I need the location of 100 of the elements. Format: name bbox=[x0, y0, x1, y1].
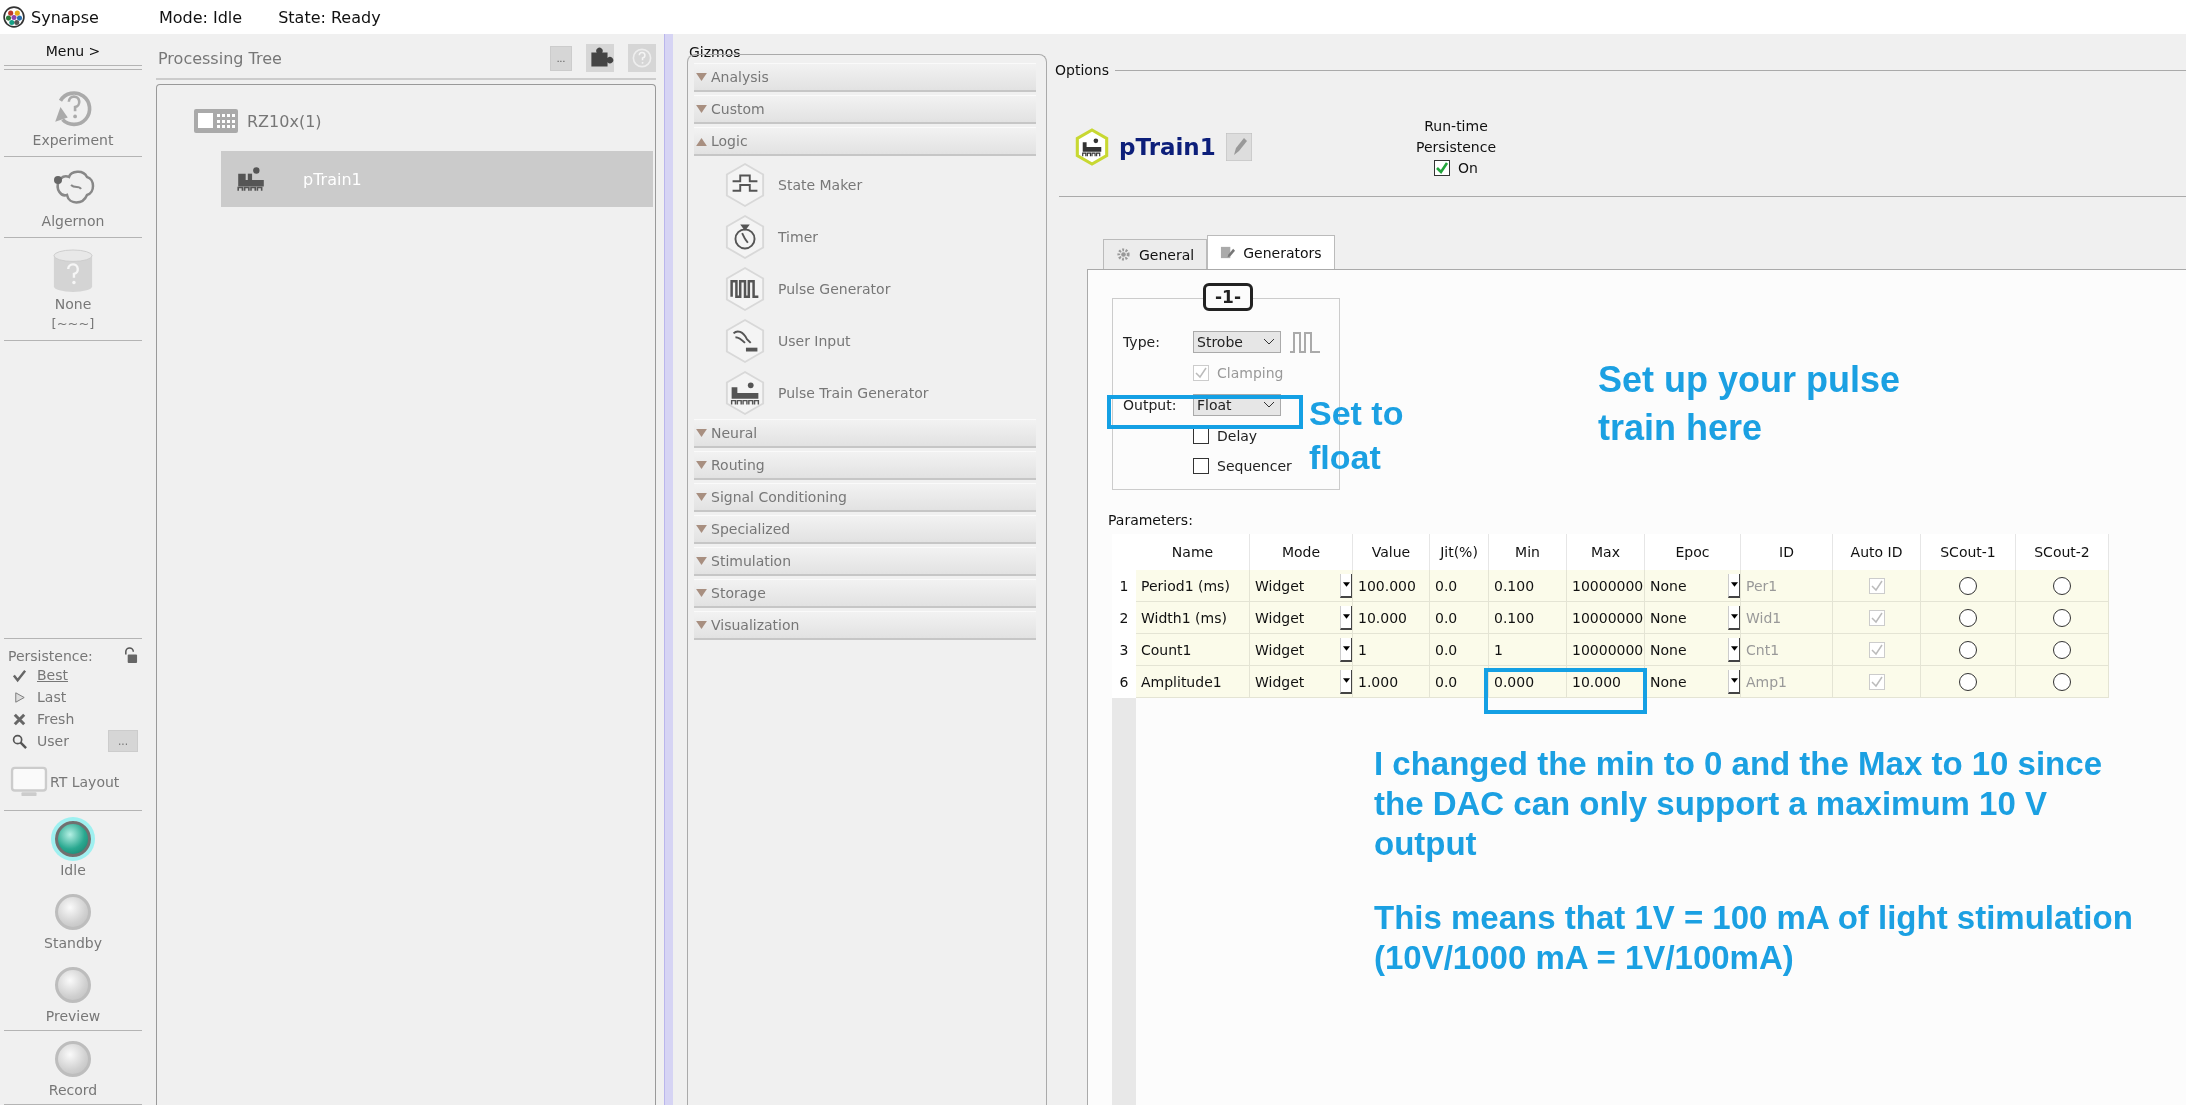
scout-radio[interactable] bbox=[2053, 672, 2071, 691]
sidebar-tool-button[interactable]: Algernon bbox=[4, 157, 142, 237]
epoc-dropdown[interactable]: None bbox=[1645, 570, 1741, 602]
scout-radio[interactable] bbox=[2053, 576, 2071, 595]
puzzle-icon[interactable] bbox=[586, 44, 614, 72]
option-checkbox[interactable]: Sequencer bbox=[1193, 451, 1292, 481]
rt-layout-button[interactable]: RT Layout bbox=[4, 756, 142, 810]
tree-node[interactable]: RZ10x(1) bbox=[193, 101, 322, 141]
scout-radio[interactable] bbox=[1959, 576, 1977, 595]
scout-radio[interactable] bbox=[2053, 640, 2071, 659]
gizmo-category[interactable]: Visualization bbox=[694, 611, 1036, 640]
mode-dropdown[interactable]: Widget bbox=[1250, 570, 1353, 602]
caret-icon bbox=[696, 428, 707, 438]
scout-radio[interactable] bbox=[1959, 608, 1977, 627]
caret-icon bbox=[696, 588, 707, 598]
more-button[interactable]: ... bbox=[550, 45, 572, 71]
checkmark-icon bbox=[1435, 161, 1450, 175]
epoc-dropdown[interactable]: None bbox=[1645, 634, 1741, 666]
table-cell: Period1 (ms) bbox=[1136, 570, 1250, 602]
caret-icon bbox=[1342, 646, 1350, 651]
cylinder-question-icon bbox=[52, 248, 94, 294]
mode-dropdown[interactable]: Widget bbox=[1250, 602, 1353, 634]
tab[interactable]: General bbox=[1103, 239, 1208, 269]
gizmo-category[interactable]: Signal Conditioning bbox=[694, 483, 1036, 512]
gizmo-item[interactable]: Pulse Train Generator bbox=[694, 367, 1036, 419]
checkmark-icon bbox=[1869, 642, 1884, 657]
scout-radio[interactable] bbox=[1959, 640, 1977, 659]
panel-title: Processing Tree bbox=[158, 48, 282, 68]
gizmo-item[interactable]: State Maker bbox=[694, 159, 1036, 211]
auto-id-checkbox[interactable] bbox=[1868, 641, 1885, 658]
table-cell: Width1 (ms) bbox=[1136, 602, 1250, 634]
caret-icon bbox=[696, 620, 707, 630]
scout-radio[interactable] bbox=[1959, 672, 1977, 691]
table-cell: 0.0 bbox=[1430, 570, 1489, 602]
caret-icon bbox=[1730, 582, 1738, 587]
chevron-down-icon bbox=[1264, 401, 1274, 408]
gizmo-category[interactable]: Analysis bbox=[694, 63, 1036, 92]
persistence-option[interactable]: Fresh bbox=[8, 711, 75, 727]
mode-dropdown[interactable]: Widget bbox=[1250, 666, 1353, 698]
user-more-button[interactable]: ... bbox=[108, 730, 138, 752]
annotation-text: Set up your pulse train here bbox=[1598, 358, 1902, 450]
table-cell: 1.000 bbox=[1353, 666, 1430, 698]
caret-icon bbox=[1342, 614, 1350, 619]
runtime-persistence-label: Run-time Persistence bbox=[1414, 116, 1498, 157]
app-name: Synapse bbox=[31, 7, 99, 27]
persistence-label: Persistence: bbox=[8, 647, 93, 664]
gizmo-item[interactable]: Timer bbox=[694, 211, 1036, 263]
persistence-option[interactable]: Best bbox=[8, 667, 68, 683]
check-icon bbox=[12, 667, 27, 683]
auto-id-checkbox[interactable] bbox=[1868, 609, 1885, 626]
gizmo-category[interactable]: Storage bbox=[694, 579, 1036, 608]
type-label: Type: bbox=[1123, 333, 1161, 350]
epoc-dropdown[interactable]: None bbox=[1645, 666, 1741, 698]
run-mode-button[interactable]: Idle bbox=[4, 811, 142, 884]
gizmo-category[interactable]: Logic bbox=[694, 127, 1036, 156]
annotation-text: Set to float bbox=[1309, 393, 1405, 478]
gizmo-item[interactable]: User Input bbox=[694, 315, 1036, 367]
search-icon bbox=[12, 733, 27, 749]
tab[interactable]: Generators bbox=[1207, 235, 1335, 269]
pulse-wave-icon bbox=[724, 266, 766, 312]
run-mode-button[interactable]: Preview bbox=[4, 957, 142, 1030]
gizmo-category[interactable]: Neural bbox=[694, 419, 1036, 448]
mode-dropdown[interactable]: Widget bbox=[1250, 634, 1353, 666]
sidebar-tool-button[interactable]: Experiment bbox=[4, 74, 142, 156]
state-status: State: Ready bbox=[278, 7, 381, 27]
gizmo-category[interactable]: Routing bbox=[694, 451, 1036, 480]
auto-id-checkbox[interactable] bbox=[1868, 673, 1885, 690]
caret-icon bbox=[1730, 614, 1738, 619]
gizmo-item[interactable]: Pulse Generator bbox=[694, 263, 1036, 315]
table-cell: Amplitude1 bbox=[1136, 666, 1250, 698]
type-dropdown[interactable]: Strobe bbox=[1193, 330, 1281, 353]
padlock-icon bbox=[123, 647, 138, 664]
pulse-wave-icon bbox=[1289, 330, 1321, 353]
train-icon bbox=[1075, 128, 1109, 166]
table-cell: Count1 bbox=[1136, 634, 1250, 666]
checkmark-icon bbox=[1869, 578, 1884, 593]
run-mode-button[interactable]: Standby bbox=[4, 884, 142, 957]
sidebar-tool-button[interactable]: None [~~~] bbox=[4, 238, 142, 340]
run-mode-button[interactable]: Record bbox=[4, 1031, 142, 1104]
caret-icon bbox=[1730, 678, 1738, 683]
table-cell: 0.0 bbox=[1430, 634, 1489, 666]
play-icon bbox=[12, 689, 27, 705]
option-checkbox[interactable]: Delay bbox=[1193, 421, 1258, 451]
persistence-option[interactable]: User bbox=[8, 733, 69, 749]
auto-id-checkbox[interactable] bbox=[1868, 577, 1885, 594]
train-icon bbox=[235, 165, 267, 193]
output-label: Output: bbox=[1123, 396, 1178, 413]
gizmo-category[interactable]: Custom bbox=[694, 95, 1036, 124]
caret-icon bbox=[1342, 582, 1350, 587]
gizmo-category[interactable]: Stimulation bbox=[694, 547, 1036, 576]
scout-radio[interactable] bbox=[2053, 608, 2071, 627]
persistence-on-checkbox[interactable]: On bbox=[1434, 157, 1478, 179]
menu-button[interactable]: Menu > bbox=[4, 34, 142, 65]
table-cell: 1 bbox=[1353, 634, 1430, 666]
persistence-option[interactable]: Last bbox=[8, 689, 67, 705]
caret-icon bbox=[696, 492, 707, 502]
app-logo-icon bbox=[3, 6, 25, 28]
epoc-dropdown[interactable]: None bbox=[1645, 602, 1741, 634]
caret-icon bbox=[1730, 646, 1738, 651]
gizmo-category[interactable]: Specialized bbox=[694, 515, 1036, 544]
